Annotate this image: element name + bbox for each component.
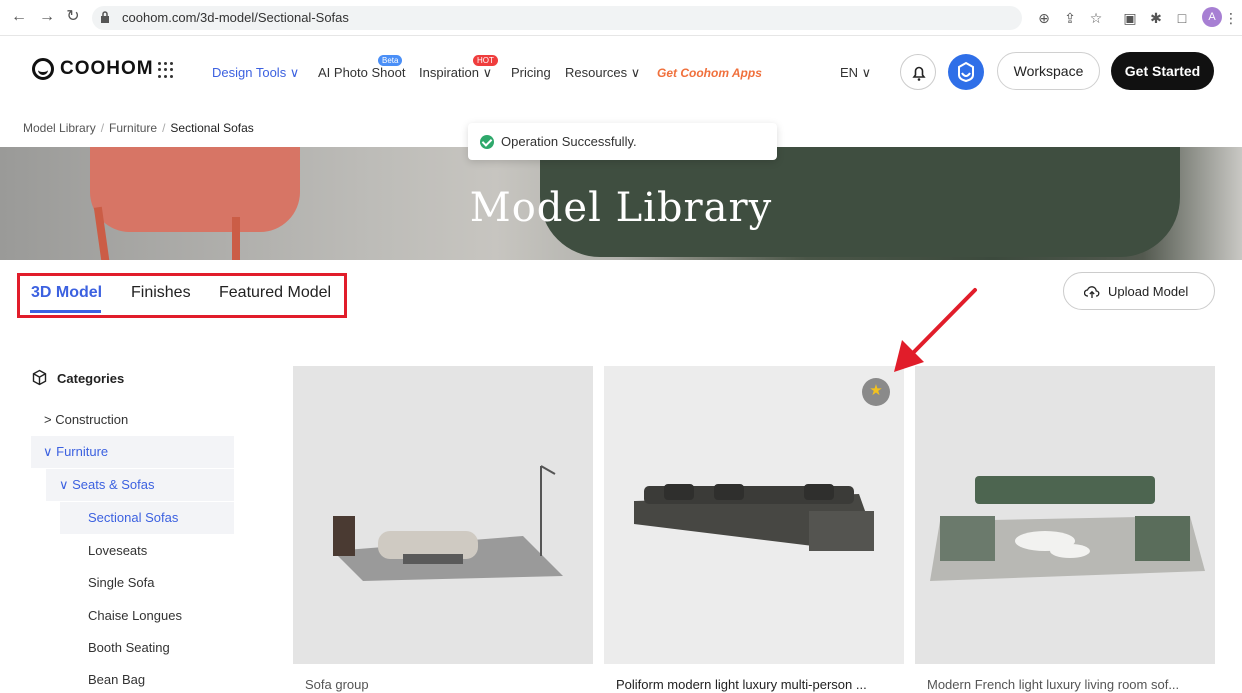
breadcrumb: Model Library / Furniture / Sectional Sofas (23, 121, 254, 135)
nav-design-tools[interactable]: Design Tools ∨ (212, 65, 299, 81)
logo-mark-icon (32, 58, 54, 80)
sidebar-item-loveseats[interactable]: Loveseats (88, 535, 147, 567)
address-bar[interactable]: coohom.com/3d-model/Sectional-Sofas (92, 6, 1022, 30)
back-icon[interactable]: ← (10, 8, 28, 26)
hot-badge: HOT (473, 55, 498, 66)
logo[interactable]: COOHOM (32, 58, 154, 80)
check-circle-icon (480, 135, 494, 149)
browser-toolbar: ← → ↻ coohom.com/3d-model/Sectional-Sofa… (0, 0, 1242, 36)
forward-icon[interactable]: → (38, 8, 56, 26)
member-button[interactable] (948, 54, 984, 90)
sofa-group-illustration (333, 465, 563, 581)
tab-finishes[interactable]: Finishes (131, 284, 191, 302)
extension-icon[interactable]: ▣ (1120, 8, 1140, 28)
sidebar-item-seats-sofas[interactable]: ∨ Seats & Sofas (46, 469, 234, 501)
bookmark-star-icon[interactable]: ☆ (1086, 8, 1106, 28)
sidebar-item-chaise-longues[interactable]: Chaise Longues (88, 600, 182, 632)
model-thumbnail[interactable] (915, 366, 1215, 664)
model-card[interactable]: Modern French light luxury living room s… (915, 366, 1215, 693)
menu-icon[interactable]: ⋮ (1224, 8, 1238, 28)
nav-resources[interactable]: Resources ∨ (565, 65, 640, 81)
model-title[interactable]: Modern French light luxury living room s… (927, 677, 1207, 692)
sidebar-item-booth-seating[interactable]: Booth Seating (88, 632, 170, 664)
sidebar-icon[interactable]: □ (1172, 8, 1192, 28)
active-tab-indicator (30, 310, 101, 313)
model-title[interactable]: Sofa group (305, 677, 585, 692)
sidebar-item-bean-bag[interactable]: Bean Bag (88, 664, 145, 693)
zoom-icon[interactable]: ⊕ (1034, 8, 1054, 28)
breadcrumb-separator: / (100, 121, 105, 135)
model-thumbnail[interactable] (293, 366, 593, 664)
success-toast: Operation Successfully. (468, 123, 777, 160)
toast-message: Operation Successfully. (501, 134, 637, 149)
sidebar-item-furniture[interactable]: ∨ Furniture (31, 436, 234, 468)
share-icon[interactable]: ⇪ (1060, 8, 1080, 28)
living-room-illustration (930, 476, 1205, 581)
hero-banner: Model Library (0, 147, 1242, 260)
logo-text: COOHOM (60, 58, 154, 79)
upload-model-button[interactable]: Upload Model (1063, 272, 1215, 310)
puzzle-icon[interactable]: ✱ (1146, 8, 1166, 28)
workspace-button[interactable]: Workspace (997, 52, 1100, 90)
nav-pricing[interactable]: Pricing (511, 65, 551, 80)
url-text: coohom.com/3d-model/Sectional-Sofas (122, 10, 349, 25)
lock-icon (101, 11, 109, 23)
sectional-sofa-illustration (634, 484, 874, 551)
nav-ai-photo-shoot[interactable]: Beta AI Photo Shoot (318, 55, 405, 80)
bell-icon (912, 66, 926, 81)
model-title[interactable]: Poliform modern light luxury multi-perso… (616, 677, 896, 692)
nav-get-apps[interactable]: Get Coohom Apps (657, 66, 762, 80)
sidebar-item-construction[interactable]: > Construction (44, 404, 234, 436)
reload-icon[interactable]: ↻ (64, 8, 82, 26)
site-header: COOHOM Design Tools ∨ Beta AI Photo Shoo… (0, 36, 1242, 108)
model-card[interactable]: Sofa group (293, 366, 593, 693)
breadcrumb-current: Sectional Sofas (170, 121, 254, 135)
avatar[interactable]: A (1202, 7, 1222, 27)
cloud-upload-icon (1084, 286, 1100, 298)
star-icon: ★ (869, 382, 883, 399)
favorite-button[interactable]: ★ (862, 378, 890, 406)
breadcrumb-separator: / (162, 121, 166, 135)
model-card[interactable]: ★ Poliform modern light luxury multi-per… (604, 366, 904, 693)
cube-icon (32, 369, 47, 386)
language-select[interactable]: EN ∨ (840, 65, 871, 81)
breadcrumb-furniture[interactable]: Furniture (109, 121, 157, 135)
notification-button[interactable] (900, 54, 936, 90)
tab-featured-model[interactable]: Featured Model (219, 284, 331, 302)
apps-grid-icon[interactable] (158, 62, 174, 78)
sidebar-item-single-sofa[interactable]: Single Sofa (88, 567, 155, 599)
banner-title: Model Library (469, 185, 773, 231)
breadcrumb-model-library[interactable]: Model Library (23, 121, 96, 135)
get-started-button[interactable]: Get Started (1111, 52, 1214, 90)
tab-3d-model[interactable]: 3D Model (31, 284, 102, 302)
beta-badge: Beta (378, 55, 403, 66)
model-thumbnail[interactable] (604, 366, 904, 664)
nav-inspiration[interactable]: HOT Inspiration ∨ (419, 55, 498, 81)
shield-icon (958, 61, 974, 83)
sidebar-item-sectional-sofas[interactable]: Sectional Sofas (60, 502, 234, 534)
